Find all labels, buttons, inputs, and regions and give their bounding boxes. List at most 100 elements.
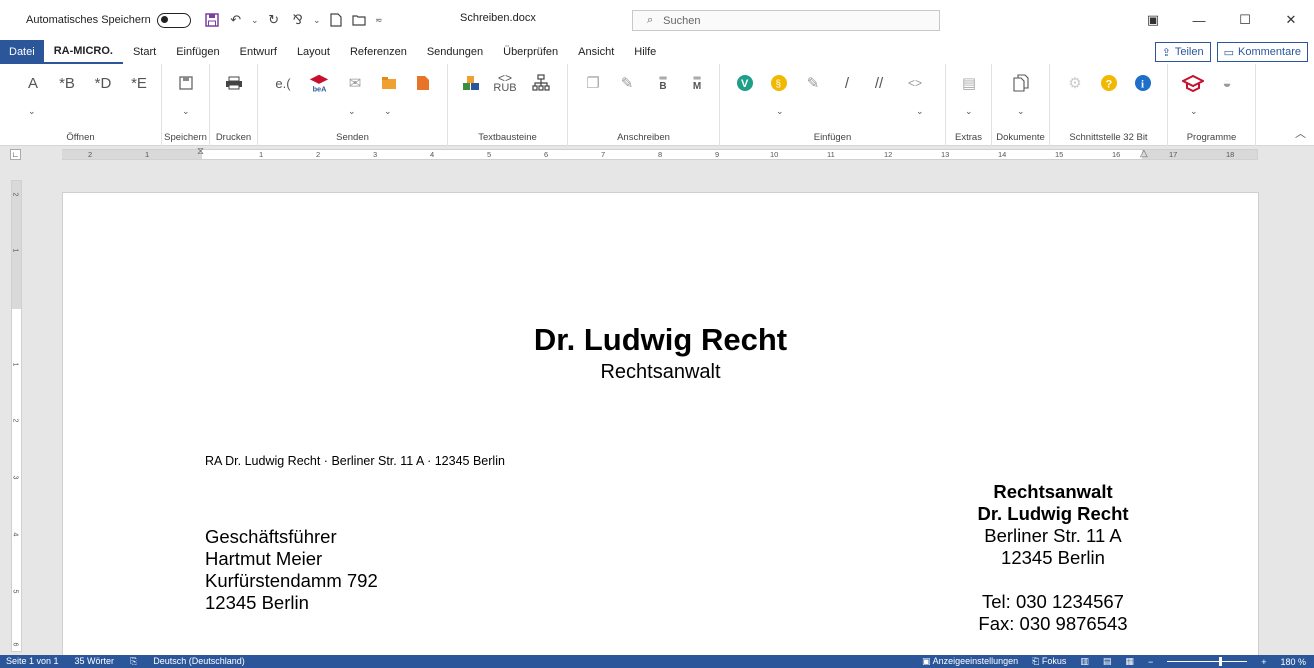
print-layout-icon[interactable]: ▤ [1103, 656, 1112, 667]
format-dropdown-icon[interactable]: ⌄ [313, 10, 321, 30]
open-d-icon[interactable]: *D [92, 72, 114, 94]
chevron-down-icon[interactable]: ⌄ [182, 106, 190, 117]
letter-m-icon[interactable]: ═ M [686, 72, 708, 94]
tab-ansicht[interactable]: Ansicht [568, 40, 624, 64]
tab-ra-micro[interactable]: RA-MICRO. [43, 40, 123, 64]
search-box[interactable]: ⌕ Suchen [632, 10, 940, 31]
chevron-down-icon[interactable]: ⌄ [776, 106, 784, 117]
tab-layout[interactable]: Layout [287, 40, 340, 64]
chevron-down-icon[interactable]: ⌄ [916, 106, 924, 117]
open-b-icon[interactable]: *B [56, 72, 78, 94]
vertical-ruler[interactable]: 2 1 1 2 3 4 5 6 [11, 180, 22, 652]
mail-icon[interactable]: ✉ [344, 72, 366, 94]
page-count[interactable]: Seite 1 von 1 [6, 656, 59, 667]
zoom-out-icon[interactable]: − [1148, 657, 1153, 667]
edit-note-icon[interactable]: ✎ [802, 72, 824, 94]
proofing-icon[interactable]: ⎘ [130, 656, 137, 667]
open-folder-icon[interactable] [351, 10, 369, 30]
rubrum-icon[interactable]: <> RUB [493, 72, 516, 94]
share-button[interactable]: ⇪ Teilen [1154, 42, 1211, 62]
chevron-down-icon[interactable]: ⌄ [348, 106, 356, 117]
save-disk-icon[interactable] [175, 72, 197, 94]
printer-icon[interactable] [223, 72, 245, 94]
tab-einfuegen[interactable]: Einfügen [166, 40, 229, 64]
chevron-down-icon[interactable]: ⌄ [1017, 106, 1025, 117]
tab-selector-icon[interactable]: ∟ [10, 149, 21, 160]
documents-icon[interactable] [1010, 72, 1032, 94]
ruler-number: 3 [373, 150, 378, 159]
zoom-slider[interactable] [1167, 657, 1248, 666]
gear-icon[interactable]: ⚙ [1064, 72, 1086, 94]
open-e-icon[interactable]: *E [128, 72, 150, 94]
extras-document-icon[interactable]: ▤ [958, 72, 980, 94]
indent-marker-icon[interactable]: ⧖ [197, 146, 204, 157]
undo-icon[interactable]: ↶ [227, 10, 245, 30]
bea-icon[interactable]: beA [308, 72, 330, 94]
new-document-icon[interactable] [327, 10, 345, 30]
double-slash-icon[interactable]: // [868, 72, 890, 94]
sender-info-block[interactable]: Rechtsanwalt Dr. Ludwig Recht Berliner S… [933, 481, 1173, 635]
customize-qat-icon[interactable]: ≂ [375, 10, 383, 30]
maximize-icon[interactable]: ☐ [1222, 0, 1268, 40]
focus-label: Fokus [1041, 656, 1067, 666]
group-label-textbausteine: Textbausteine [478, 132, 537, 143]
tab-ueberpruefen[interactable]: Überprüfen [493, 40, 568, 64]
tab-entwurf[interactable]: Entwurf [230, 40, 287, 64]
recipient-address[interactable]: Geschäftsführer Hartmut Meier Kurfürsten… [205, 526, 378, 614]
display-settings-button[interactable]: ▣ Anzeigeeinstellungen [922, 656, 1018, 667]
folder-send-icon[interactable] [378, 72, 400, 94]
group-label-programme: Programme [1186, 132, 1237, 143]
ruler-number: 12 [884, 150, 893, 159]
undo-dropdown-icon[interactable]: ⌄ [251, 10, 259, 30]
autosave-toggle[interactable] [156, 12, 191, 28]
save-icon[interactable] [203, 10, 221, 30]
collapse-ribbon-icon[interactable]: ︿ [1295, 125, 1306, 141]
sender-return-line[interactable]: RA Dr. Ludwig Recht · Berliner Str. 11 A… [205, 454, 505, 468]
sender-name: Dr. Ludwig Recht [977, 503, 1129, 524]
close-icon[interactable]: ✕ [1268, 0, 1314, 40]
structure-icon[interactable] [530, 72, 552, 94]
group-textbausteine: <> RUB Textbausteine [448, 64, 568, 146]
tab-sendungen[interactable]: Sendungen [417, 40, 493, 64]
redo-icon[interactable]: ↻ [265, 10, 283, 30]
letterhead-name[interactable]: Dr. Ludwig Recht [63, 322, 1258, 358]
tab-hilfe[interactable]: Hilfe [624, 40, 666, 64]
chevron-down-icon[interactable]: ⌄ [384, 106, 392, 117]
ribbon-display-icon[interactable]: ▣ [1130, 0, 1176, 40]
info-icon[interactable]: i [1132, 72, 1154, 94]
letter-b-icon[interactable]: ═ B [652, 72, 674, 94]
language-status[interactable]: Deutsch (Deutschland) [153, 656, 245, 667]
word-count[interactable]: 35 Wörter [75, 656, 115, 667]
open-a-icon[interactable]: A [22, 72, 44, 94]
zoom-level[interactable]: 180 % [1280, 657, 1306, 667]
letter-copy-icon[interactable]: ❐ [582, 72, 604, 94]
paragraph-icon[interactable]: § [768, 72, 790, 94]
tab-start[interactable]: Start [123, 40, 166, 64]
signal-icon[interactable]: ◒ [1216, 72, 1238, 94]
document-page[interactable]: Dr. Ludwig Recht Rechtsanwalt RA Dr. Lud… [62, 192, 1259, 662]
letterhead-subtitle[interactable]: Rechtsanwalt [63, 361, 1258, 384]
chevron-down-icon[interactable]: ⌄ [28, 106, 36, 117]
ra-micro-program-icon[interactable] [1182, 72, 1204, 94]
web-layout-icon[interactable]: ▦ [1125, 656, 1134, 667]
right-indent-marker-icon[interactable]: △ [1140, 148, 1148, 159]
tab-datei[interactable]: Datei [0, 40, 44, 64]
document-send-icon[interactable] [412, 72, 434, 94]
tab-referenzen[interactable]: Referenzen [340, 40, 417, 64]
chevron-down-icon[interactable]: ⌄ [965, 106, 973, 117]
focus-button[interactable]: ⎗ Fokus [1032, 656, 1066, 667]
letter-edit-icon[interactable]: ✎ [616, 72, 638, 94]
chevron-down-icon[interactable]: ⌄ [1190, 106, 1198, 117]
read-mode-icon[interactable]: ▥ [1080, 656, 1089, 667]
comments-button[interactable]: ▭ Kommentare [1216, 42, 1308, 62]
format-painter-icon[interactable]: ⅋ [289, 10, 307, 30]
textblocks-icon[interactable] [460, 72, 482, 94]
title-bar: Automatisches Speichern ↶ ⌄ ↻ ⅋ ⌄ ≂ Schr… [0, 0, 1314, 40]
angle-brackets-icon[interactable]: <> [904, 72, 926, 94]
help-icon[interactable]: ? [1098, 72, 1120, 94]
egvp-icon[interactable]: e.( [272, 72, 294, 94]
slash-icon[interactable]: / [836, 72, 858, 94]
zoom-in-icon[interactable]: + [1261, 657, 1266, 667]
minimize-icon[interactable]: — [1176, 0, 1222, 40]
v-circle-icon[interactable]: V [734, 72, 756, 94]
